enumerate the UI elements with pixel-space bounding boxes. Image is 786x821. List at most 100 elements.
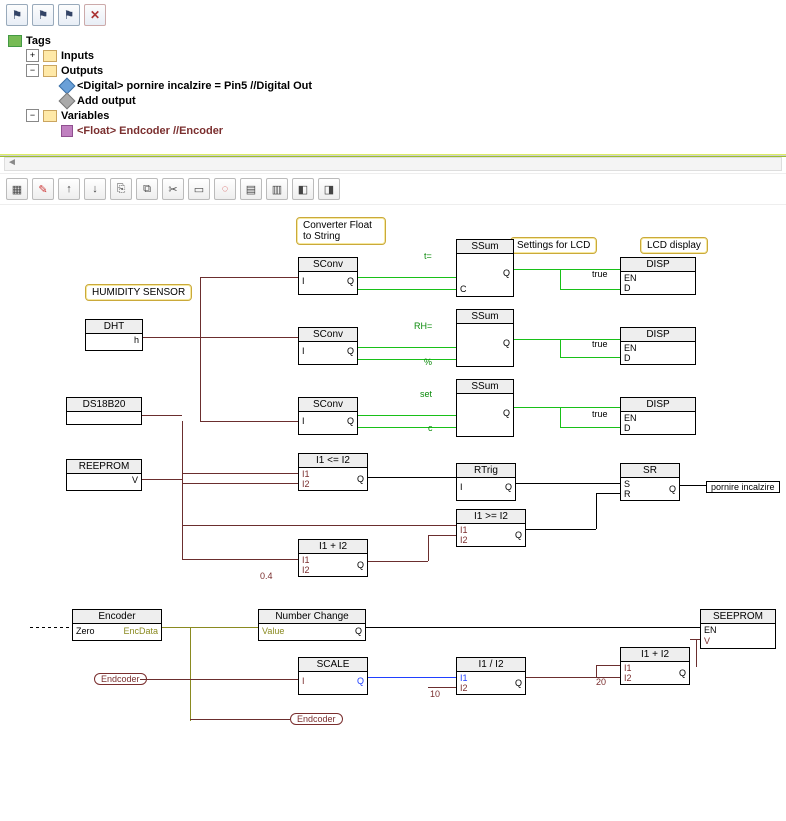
label-c: c bbox=[428, 423, 433, 433]
tree-outputs-label: Outputs bbox=[61, 65, 103, 77]
wire bbox=[200, 277, 201, 421]
tool-btn-3[interactable]: ⚑ bbox=[58, 4, 80, 26]
note-lcd: LCD display bbox=[640, 237, 708, 254]
tree-variables[interactable]: − Variables bbox=[8, 108, 778, 123]
block-ssum-2[interactable]: SSum Q bbox=[456, 309, 514, 367]
tbtn-down[interactable]: ↓ bbox=[84, 178, 106, 200]
block-sconv-3[interactable]: SConv IQ bbox=[298, 397, 358, 435]
block-disp-3[interactable]: DISP END bbox=[620, 397, 696, 435]
tree-inputs[interactable]: + Inputs bbox=[8, 48, 778, 63]
block-cmp-le[interactable]: I1 <= I2 I1I2Q bbox=[298, 453, 368, 491]
wire bbox=[696, 639, 697, 667]
add-output-label: Add output bbox=[77, 95, 136, 107]
pin-icon bbox=[59, 92, 76, 109]
wire bbox=[143, 337, 298, 338]
label-pornire: pornire incalzire bbox=[706, 481, 780, 493]
block-reeprom[interactable]: REEPROM V bbox=[66, 459, 142, 491]
block-disp-2[interactable]: DISP END bbox=[620, 327, 696, 365]
wire bbox=[690, 639, 700, 640]
block-encoder[interactable]: Encoder Zero EncData bbox=[72, 609, 162, 641]
tree-tags[interactable]: Tags bbox=[8, 34, 778, 48]
block-sr[interactable]: SR SRQ bbox=[620, 463, 680, 501]
block-numchange[interactable]: Number Change ValueQ bbox=[258, 609, 366, 641]
folder-icon bbox=[43, 110, 57, 122]
var-float-label: <Float> Endcoder //Encoder bbox=[77, 125, 223, 137]
tbtn-up[interactable]: ↑ bbox=[58, 178, 80, 200]
tbtn-b[interactable]: ✎ bbox=[32, 178, 54, 200]
expander-icon[interactable]: − bbox=[26, 109, 39, 122]
wire bbox=[358, 289, 456, 290]
wire bbox=[162, 627, 258, 628]
label-04: 0.4 bbox=[260, 571, 273, 581]
pin-icon bbox=[59, 77, 76, 94]
note-settings: Settings for LCD bbox=[510, 237, 597, 254]
wire bbox=[560, 427, 620, 428]
block-ssum-1[interactable]: SSum Q C bbox=[456, 239, 514, 297]
block-div[interactable]: I1 / I2 I1I2Q bbox=[456, 657, 526, 695]
block-sconv-1[interactable]: SConv IQ bbox=[298, 257, 358, 295]
wire bbox=[596, 493, 597, 529]
block-cmp-ge[interactable]: I1 >= I2 I1I2Q bbox=[456, 509, 526, 547]
wire bbox=[428, 687, 456, 688]
label-set: set bbox=[420, 389, 432, 399]
wire bbox=[526, 529, 596, 530]
close-button[interactable]: ✕ bbox=[84, 4, 106, 26]
tool-btn-2[interactable]: ⚑ bbox=[32, 4, 54, 26]
wire bbox=[142, 415, 182, 416]
block-scale[interactable]: SCALE IQ bbox=[298, 657, 368, 695]
top-toolbar: ⚑ ⚑ ⚑ ✕ bbox=[0, 0, 786, 30]
block-ssum-3[interactable]: SSum Q bbox=[456, 379, 514, 437]
block-seeprom[interactable]: SEEPROM ENV bbox=[700, 609, 776, 649]
wire bbox=[182, 483, 298, 484]
tbtn-e[interactable]: ▭ bbox=[188, 178, 210, 200]
wire bbox=[200, 421, 298, 422]
label-t-eq: t= bbox=[424, 251, 432, 261]
wire bbox=[182, 525, 456, 526]
block-sconv-2[interactable]: SConv IQ bbox=[298, 327, 358, 365]
note-humidity: HUMIDITY SENSOR bbox=[85, 284, 192, 301]
tree-tags-label: Tags bbox=[26, 35, 51, 47]
label-20: 20 bbox=[596, 677, 606, 687]
tbtn-h[interactable]: ▥ bbox=[266, 178, 288, 200]
block-add-2[interactable]: I1 + I2 I1I2Q bbox=[620, 647, 690, 685]
wire bbox=[596, 665, 597, 677]
tbtn-a[interactable]: ▦ bbox=[6, 178, 28, 200]
block-dht[interactable]: DHT h bbox=[85, 319, 143, 351]
tbtn-f[interactable]: ◌ bbox=[214, 178, 236, 200]
wire bbox=[560, 357, 620, 358]
wire bbox=[368, 477, 456, 478]
tbtn-c[interactable]: ⎘ bbox=[110, 178, 132, 200]
wire bbox=[560, 407, 561, 427]
label-true-1: true bbox=[592, 269, 608, 279]
tbtn-cut[interactable]: ✂ bbox=[162, 178, 184, 200]
block-add-1[interactable]: I1 + I2 I1I2Q bbox=[298, 539, 368, 577]
h-scroll[interactable] bbox=[4, 157, 782, 171]
wire bbox=[358, 359, 456, 360]
expander-icon[interactable]: + bbox=[26, 49, 39, 62]
wire bbox=[368, 561, 428, 562]
wire bbox=[182, 559, 298, 560]
folder-icon bbox=[43, 50, 57, 62]
expander-icon[interactable]: − bbox=[26, 64, 39, 77]
tree-add-output[interactable]: Add output bbox=[8, 93, 778, 108]
tbtn-g[interactable]: ▤ bbox=[240, 178, 262, 200]
tbtn-j[interactable]: ◨ bbox=[318, 178, 340, 200]
label-rh: RH= bbox=[414, 321, 432, 331]
wire bbox=[182, 473, 298, 474]
folder-icon bbox=[43, 65, 57, 77]
tbtn-d[interactable]: ⧉ bbox=[136, 178, 158, 200]
block-ds18b20[interactable]: DS18B20 bbox=[66, 397, 142, 425]
wire bbox=[140, 679, 298, 680]
tbtn-i[interactable]: ◧ bbox=[292, 178, 314, 200]
tool-btn-1[interactable]: ⚑ bbox=[6, 4, 28, 26]
wire bbox=[514, 407, 620, 408]
tree-outputs[interactable]: − Outputs bbox=[8, 63, 778, 78]
tags-tree: Tags + Inputs − Outputs <Digital> pornir… bbox=[0, 30, 786, 150]
tree-var-float[interactable]: <Float> Endcoder //Encoder bbox=[8, 123, 778, 138]
block-disp-1[interactable]: DISP END bbox=[620, 257, 696, 295]
block-rtrig[interactable]: RTrig IQ bbox=[456, 463, 516, 501]
var-icon bbox=[61, 125, 73, 137]
tree-output-digital[interactable]: <Digital> pornire incalzire = Pin5 //Dig… bbox=[8, 78, 778, 93]
tree-variables-label: Variables bbox=[61, 110, 109, 122]
label-endcoder-2: Endcoder bbox=[290, 713, 343, 725]
